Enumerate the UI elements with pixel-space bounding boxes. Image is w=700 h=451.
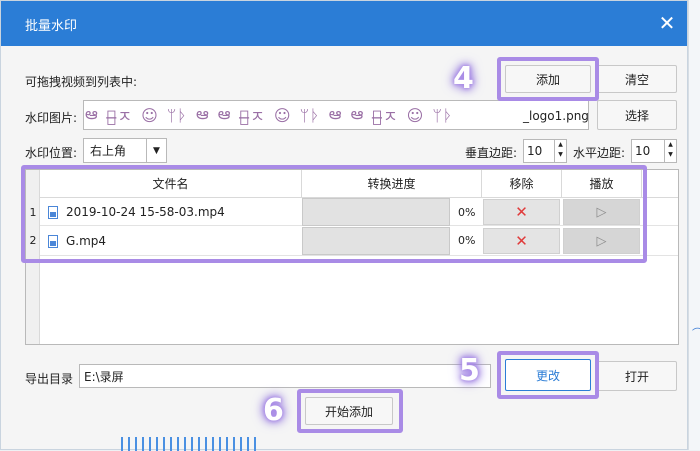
column-header-play[interactable]: 播放 [562, 170, 642, 198]
background-fragment-icon: ⌒ [692, 327, 700, 340]
watermark-glyph: ᛘᚦ [432, 105, 454, 125]
play-button[interactable]: ▷ [563, 228, 640, 254]
header-filler [642, 170, 678, 198]
change-button[interactable]: 更改 [505, 359, 591, 391]
row-index: 1 [29, 206, 37, 219]
output-dir-value: E:\录屏 [84, 369, 124, 384]
column-header-filename[interactable]: 文件名 [40, 170, 302, 198]
filename: G.mp4 [66, 234, 107, 248]
add-button[interactable]: 添加 [505, 65, 591, 93]
file-cell: G.mp4 [48, 226, 106, 256]
vertical-margin-label: 垂直边距: [465, 146, 518, 160]
progress-percent: 0% [458, 206, 476, 219]
remove-button[interactable]: ✕ [483, 228, 560, 254]
horizontal-margin-value: 10 [635, 144, 651, 158]
background-window-edge: ⌒ [688, 0, 700, 450]
start-button[interactable]: 开始添加 [305, 397, 393, 425]
vertical-margin-value: 10 [527, 144, 543, 158]
output-dir-field[interactable]: E:\录屏 [79, 364, 491, 388]
watermark-glyph: ఆ [85, 103, 99, 123]
play-icon: ▷ [596, 233, 607, 249]
step-number-6: 6 [263, 393, 284, 428]
column-header-remove[interactable]: 移除 [482, 170, 562, 198]
watermark-glyph: ఆ [350, 103, 365, 123]
watermark-glyph: ᛘᚦ [166, 105, 188, 125]
choose-button[interactable]: 选择 [597, 100, 677, 130]
batch-watermark-dialog: 批量水印 ✕ 可拖拽视频到列表中: 添加 清空 水印图片: ఆ ㄷ̶ㅈ ☺ ᛘᚦ ఆ ఆ ㄷ… [0, 0, 688, 451]
chevron-down-icon[interactable]: ▼ [146, 139, 166, 162]
stepper-arrows-icon[interactable]: ▲ ▼ [554, 140, 566, 162]
remove-x-icon: ✕ [515, 203, 528, 221]
position-value: 右上角 [90, 144, 127, 158]
horizontal-margin-label: 水平边距: [573, 146, 626, 160]
file-table: 文件名 转换进度 移除 播放 1 2019-10-24 15-58-03.mp4… [25, 169, 679, 345]
watermark-glyph: ᛘᚦ [299, 105, 321, 125]
background-waveform [121, 437, 321, 451]
watermark-preview: ఆ ㄷ̶ㅈ ☺ ᛘᚦ ఆ ఆ ㄷ̶ㅈ ☺ ᛘᚦ ఆ ఆ ㄷ̶ㅈ ☺ ᛘᚦ [85, 102, 507, 128]
row-number-gutter [26, 170, 40, 344]
watermark-glyph: ఆ [196, 103, 210, 123]
watermark-position-label: 水印位置: [25, 146, 78, 160]
open-button[interactable]: 打开 [597, 361, 677, 391]
watermark-glyph: ☺ [406, 105, 425, 125]
step-number-5: 5 [459, 353, 480, 388]
clear-button[interactable]: 清空 [597, 65, 677, 93]
watermark-glyph: ☺ [141, 105, 159, 125]
output-dir-label: 导出目录 [25, 372, 74, 386]
video-file-icon [48, 234, 58, 248]
vertical-margin-stepper[interactable]: 10 ▲ ▼ [523, 139, 567, 163]
watermark-glyph: ☺ [273, 105, 292, 125]
dialog-title: 批量水印 [25, 19, 78, 34]
watermark-glyph: ㄷ̶ㅈ [239, 107, 266, 126]
watermark-glyph: ఆ [217, 103, 232, 123]
watermark-image-label: 水印图片: [25, 111, 78, 125]
watermark-file-suffix: _logo1.png [523, 109, 589, 123]
video-file-icon [48, 205, 58, 219]
close-icon[interactable]: ✕ [655, 11, 679, 35]
progress-percent: 0% [458, 234, 476, 247]
play-icon: ▷ [596, 204, 607, 220]
horizontal-margin-stepper[interactable]: 10 ▲ ▼ [631, 139, 677, 163]
stepper-arrows-icon[interactable]: ▲ ▼ [664, 140, 676, 162]
remove-button[interactable]: ✕ [483, 199, 560, 225]
step-number-4: 4 [453, 61, 474, 96]
play-button[interactable]: ▷ [563, 199, 640, 225]
watermark-position-select[interactable]: 右上角 ▼ [83, 138, 167, 163]
title-bar: 批量水印 ✕ [1, 1, 687, 46]
conversion-progress-bar [302, 227, 450, 255]
file-cell: 2019-10-24 15-58-03.mp4 [48, 198, 225, 226]
watermark-glyph: ㄷ̶ㅈ [106, 107, 134, 126]
watermark-glyph: ఆ [328, 103, 343, 123]
conversion-progress-bar [302, 198, 450, 226]
remove-x-icon: ✕ [515, 232, 528, 250]
filename: 2019-10-24 15-58-03.mp4 [66, 205, 225, 219]
drag-hint-label: 可拖拽视频到列表中: [25, 75, 138, 89]
watermark-glyph: ㄷ̶ㅈ [372, 107, 399, 126]
column-header-progress[interactable]: 转换进度 [302, 170, 482, 198]
row-index: 2 [29, 234, 37, 247]
